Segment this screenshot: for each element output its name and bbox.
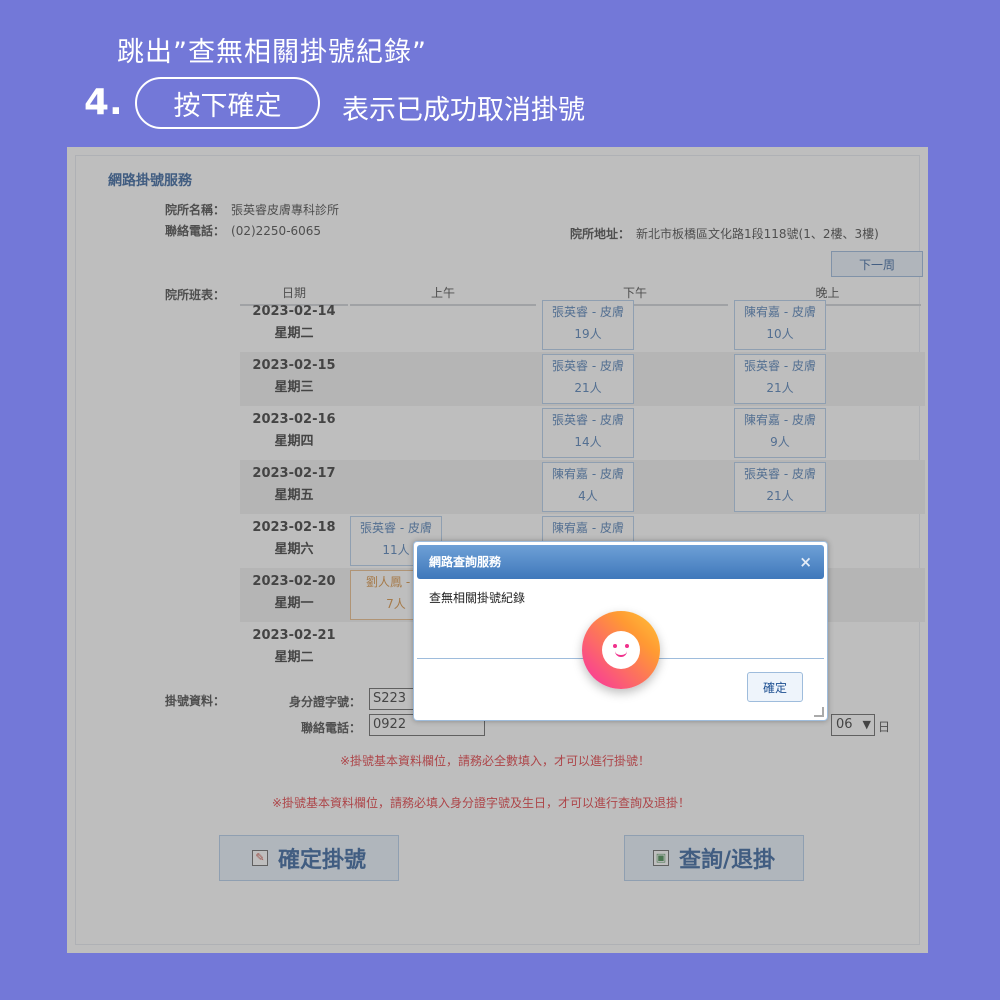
- screenshot: 網路掛號服務 院所名稱： 張英睿皮膚專科診所 聯絡電話： (02)2250-6065…: [67, 147, 928, 953]
- smiley-face: [602, 631, 640, 669]
- dialog-title: 網路查詢服務: [429, 555, 502, 569]
- caption-line1: 跳出”查無相關掛號紀錄”: [117, 37, 427, 68]
- smiley-eye: [625, 644, 629, 648]
- step-number: 4.: [84, 82, 123, 123]
- smiley-mouth: [615, 651, 627, 657]
- caption-step-result: 表示已成功取消掛號: [342, 95, 585, 126]
- step-action-pill: 按下確定: [135, 77, 320, 129]
- resize-grip-icon[interactable]: [814, 707, 824, 717]
- smiley-eye: [613, 644, 617, 648]
- smiley-icon: [582, 611, 660, 689]
- dialog-titlebar: 網路查詢服務 ×: [417, 545, 824, 579]
- dialog-ok-button[interactable]: 確定: [747, 672, 803, 702]
- dialog-message: 查無相關掛號紀錄: [429, 591, 526, 605]
- close-icon[interactable]: ×: [799, 545, 812, 579]
